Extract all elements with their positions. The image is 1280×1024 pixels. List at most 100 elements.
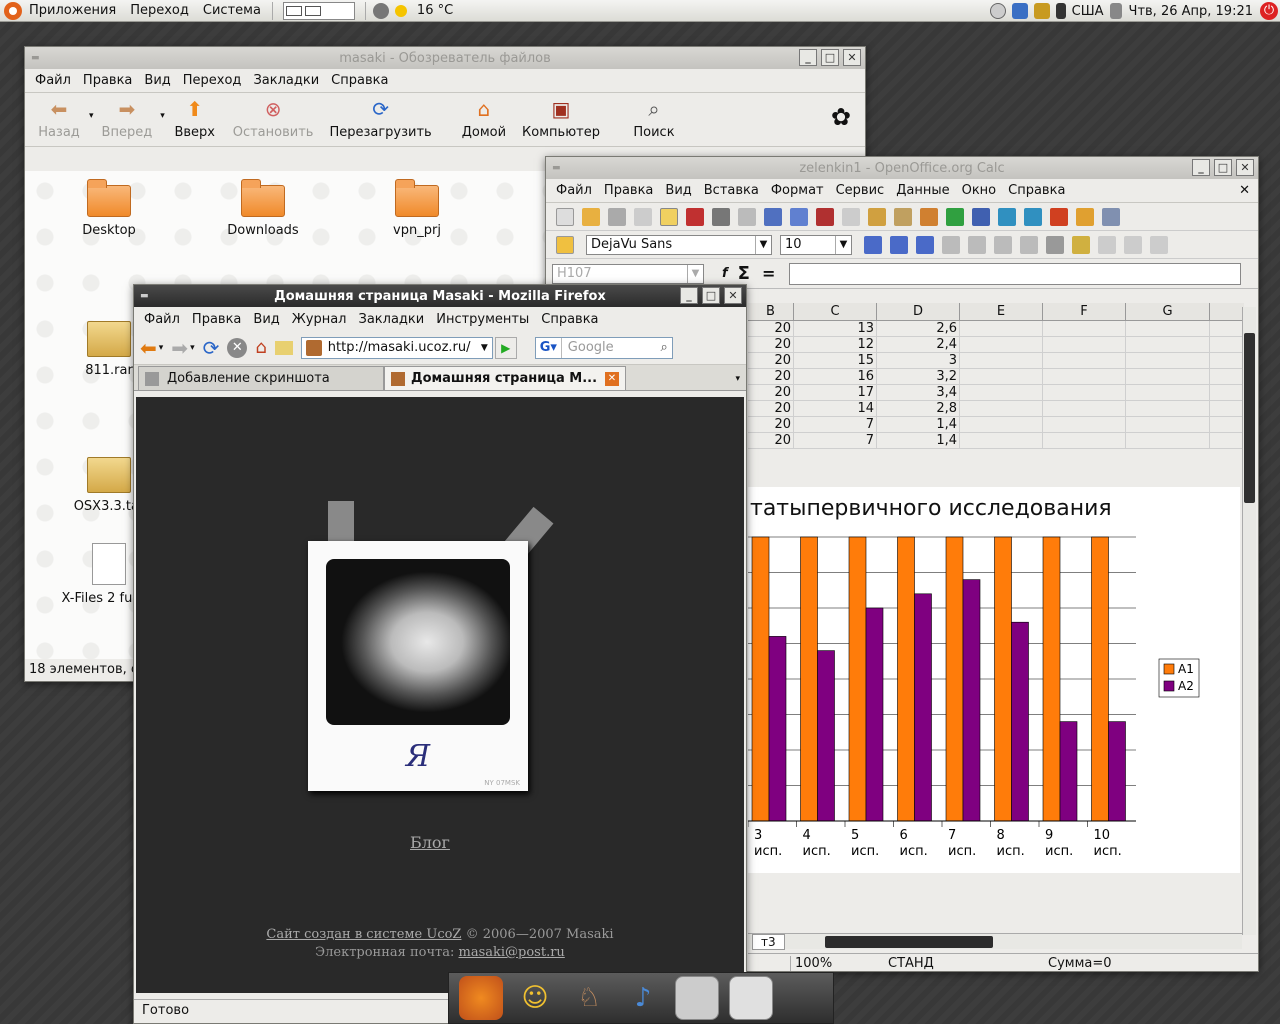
file-item-vpn-prj[interactable]: vpn_prj bbox=[367, 179, 467, 238]
scrollbar-thumb[interactable] bbox=[1244, 333, 1255, 503]
close-document-icon[interactable]: ✕ bbox=[1239, 183, 1250, 198]
chevron-down-icon[interactable]: ▼ bbox=[481, 343, 488, 353]
menu-view[interactable]: Вид bbox=[253, 312, 279, 327]
edit-icon[interactable] bbox=[660, 207, 678, 226]
email-link[interactable]: masaki@post.ru bbox=[459, 945, 565, 960]
window-menu-icon[interactable]: ▬ bbox=[552, 163, 562, 173]
vertical-scrollbar[interactable] bbox=[1242, 307, 1256, 935]
ucoz-link[interactable]: Сайт создан в системе UcoZ bbox=[266, 927, 461, 942]
back-arrow-icon[interactable]: ⬅ bbox=[140, 336, 157, 360]
menu-bookmarks[interactable]: Закладки bbox=[253, 73, 319, 88]
table-row[interactable]: 20 14 2,8 bbox=[748, 401, 1244, 417]
close-button[interactable]: ✕ bbox=[724, 287, 742, 304]
bookmark-icon[interactable] bbox=[274, 340, 293, 355]
menu-window[interactable]: Окно bbox=[962, 183, 997, 198]
email-icon[interactable] bbox=[634, 207, 652, 226]
menu-edit[interactable]: Правка bbox=[604, 183, 653, 198]
volume-icon[interactable] bbox=[1109, 3, 1122, 19]
table-row[interactable]: 20 13 2,6 bbox=[748, 321, 1244, 337]
system-monitor-icon[interactable] bbox=[372, 2, 389, 19]
hyperlink-icon[interactable] bbox=[972, 207, 990, 226]
close-button[interactable]: ✕ bbox=[1236, 159, 1254, 176]
chart-icon[interactable] bbox=[1050, 207, 1068, 226]
forward-history-chevron-icon[interactable]: ▾ bbox=[190, 343, 195, 353]
reload-icon[interactable]: ⟳ bbox=[203, 336, 220, 360]
back-history-chevron-icon[interactable]: ▾ bbox=[89, 111, 94, 121]
menu-data[interactable]: Данные bbox=[896, 183, 949, 198]
blog-link[interactable]: Блог bbox=[410, 833, 450, 852]
navigator-icon[interactable] bbox=[1102, 207, 1120, 226]
search-box[interactable]: G▾ Google ⌕ bbox=[534, 336, 673, 359]
table-row[interactable]: 20 12 2,4 bbox=[748, 337, 1244, 353]
tab-home-page[interactable]: Домашняя страница M... ✕ bbox=[384, 366, 626, 390]
maximize-button[interactable]: □ bbox=[702, 287, 720, 304]
home-button[interactable]: ⌂ Домой bbox=[462, 97, 506, 140]
sort-asc-icon[interactable] bbox=[998, 207, 1016, 226]
menu-file[interactable]: Файл bbox=[144, 312, 180, 327]
keyboard-layout[interactable]: США bbox=[1072, 4, 1104, 19]
window-menu-icon[interactable]: ▬ bbox=[140, 291, 150, 301]
menu-view[interactable]: Вид bbox=[144, 73, 170, 88]
menu-places[interactable]: Переход bbox=[130, 3, 189, 18]
file-browser-titlebar[interactable]: ▬ masaki - Обозреватель файлов _ □ ✕ bbox=[25, 47, 865, 69]
menu-insert[interactable]: Вставка bbox=[704, 183, 759, 198]
close-button[interactable]: ✕ bbox=[843, 49, 861, 66]
menu-history[interactable]: Журнал bbox=[292, 312, 347, 327]
save-icon[interactable] bbox=[608, 207, 626, 226]
menu-help[interactable]: Справка bbox=[541, 312, 598, 327]
menu-view[interactable]: Вид bbox=[665, 183, 691, 198]
print-icon[interactable] bbox=[712, 207, 730, 226]
spellcheck-icon[interactable] bbox=[764, 207, 782, 226]
cut-icon[interactable] bbox=[816, 207, 834, 226]
currency-icon[interactable] bbox=[1072, 235, 1090, 254]
ubuntu-logo-icon[interactable] bbox=[4, 1, 22, 20]
font-name-select[interactable]: DejaVu Sans ▼ bbox=[586, 234, 772, 255]
italic-icon[interactable] bbox=[890, 235, 908, 254]
firefox-titlebar[interactable]: ▬ Домашняя страница Masaki - Mozilla Fir… bbox=[134, 285, 746, 307]
calc-titlebar[interactable]: ▬ zelenkin1 - OpenOffice.org Calc _ □ ✕ bbox=[546, 157, 1258, 179]
close-tab-icon[interactable]: ✕ bbox=[605, 371, 619, 386]
justify-icon[interactable] bbox=[1020, 235, 1038, 254]
function-wizard-icon[interactable]: f bbox=[722, 266, 728, 281]
bar-chart[interactable]: татыпервичного исследования3исп.4исп.5ис… bbox=[748, 487, 1240, 873]
menu-help[interactable]: Справка bbox=[331, 73, 388, 88]
minimize-button[interactable]: _ bbox=[1192, 159, 1210, 176]
draw-icon[interactable] bbox=[1076, 207, 1094, 226]
home-icon[interactable]: ⌂ bbox=[255, 337, 266, 358]
menu-format[interactable]: Формат bbox=[771, 183, 824, 198]
rabbit-launcher-icon[interactable]: ♘ bbox=[567, 976, 611, 1020]
back-button[interactable]: ⬅ Назад bbox=[37, 97, 81, 140]
forward-arrow-icon[interactable]: ➡ bbox=[171, 336, 188, 360]
computer-button[interactable]: ▣ Компьютер bbox=[522, 97, 600, 140]
open-icon[interactable] bbox=[582, 207, 600, 226]
formula-equals-icon[interactable]: = bbox=[762, 264, 775, 283]
sheet-tab[interactable]: т3 bbox=[752, 933, 785, 950]
power-icon[interactable]: ⏻ bbox=[1260, 2, 1278, 20]
table-row[interactable]: 20 16 3,2 bbox=[748, 369, 1244, 385]
maximize-button[interactable]: □ bbox=[821, 49, 839, 66]
menu-tools[interactable]: Сервис bbox=[836, 183, 885, 198]
music-launcher-icon[interactable]: ♪ bbox=[621, 976, 665, 1020]
menu-edit[interactable]: Правка bbox=[192, 312, 241, 327]
minimize-button[interactable]: _ bbox=[680, 287, 698, 304]
horizontal-scrollbar-thumb[interactable] bbox=[824, 935, 993, 948]
reload-button[interactable]: ⟳ Перезагрузить bbox=[329, 97, 431, 140]
menu-bookmarks[interactable]: Закладки bbox=[359, 312, 425, 327]
maximize-button[interactable]: □ bbox=[1214, 159, 1232, 176]
file-item-desktop[interactable]: Desktop bbox=[59, 179, 159, 238]
align-left-icon[interactable] bbox=[942, 235, 960, 254]
workspace-switcher[interactable] bbox=[282, 1, 355, 20]
table-row[interactable]: 20 7 1,4 bbox=[748, 417, 1244, 433]
clock[interactable]: Чтв, 26 Апр, 19:21 bbox=[1129, 4, 1253, 19]
paste-icon[interactable] bbox=[868, 207, 886, 226]
add-decimal-icon[interactable] bbox=[1150, 235, 1168, 254]
pdf-icon[interactable] bbox=[686, 207, 704, 226]
stop-button[interactable]: ⊗ Остановить bbox=[233, 97, 314, 140]
user-icon[interactable] bbox=[1033, 3, 1050, 19]
go-button[interactable]: ▶ bbox=[494, 336, 517, 359]
table-row[interactable]: 20 17 3,4 bbox=[748, 385, 1244, 401]
drive-launcher-icon[interactable] bbox=[729, 976, 773, 1020]
autospell-icon[interactable] bbox=[790, 207, 808, 226]
menu-edit[interactable]: Правка bbox=[83, 73, 132, 88]
underline-icon[interactable] bbox=[916, 235, 934, 254]
